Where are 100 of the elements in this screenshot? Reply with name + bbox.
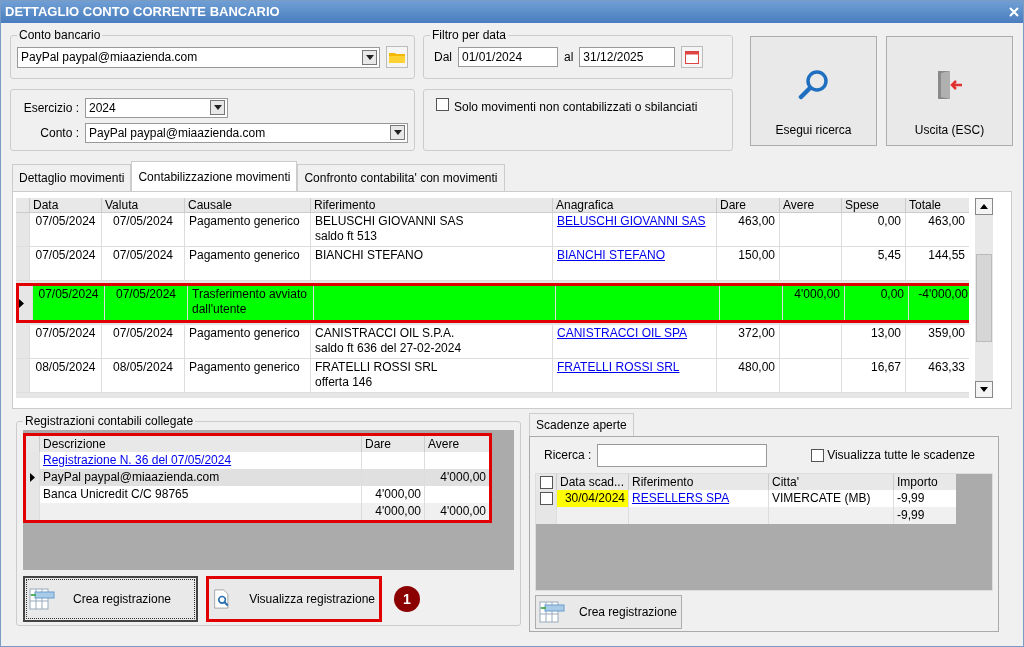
account-dropdown[interactable]: PayPal paypal@miaazienda.com (17, 46, 380, 68)
table-cell: 08/05/2024 (35, 360, 96, 374)
table-cell: -9,99 (897, 491, 925, 505)
checkbox[interactable] (539, 475, 553, 489)
calendar-button[interactable] (681, 46, 704, 68)
highlighted-row[interactable]: 07/05/2024 07/05/2024 Trasferimento avviato dall'utente 4'000,00 0,00 -4'000,00 (16, 283, 969, 323)
field-label: al (564, 49, 574, 66)
date-field[interactable]: 01/01/2024 (458, 47, 558, 67)
table-cell: 0,00 (880, 287, 904, 301)
table-cell: 463,33 (928, 360, 965, 374)
table-row[interactable]: 30/04/2024 RESELLERS SPA VIMERCATE (MB) -9,99 (536, 490, 956, 507)
table-cell: 4'000,00 (375, 487, 421, 501)
checkbox-label: Visualizza tutte le scadenze (827, 447, 975, 464)
table-cell: 16,67 (870, 360, 901, 374)
tab[interactable]: Dettaglio movimenti (12, 164, 132, 191)
row-pointer-icon (30, 473, 35, 482)
scroll-down-icon[interactable] (980, 387, 988, 392)
table-cell-text: BELUSCHI GIOVANNI SAS saldo ft 513 (315, 214, 465, 244)
table-cell: 359,00 (928, 326, 965, 340)
group-label: Registrazioni contabili collegate (23, 413, 196, 429)
scrollbar-thumb[interactable] (976, 254, 992, 342)
registration-link[interactable]: Registrazione N. 36 del 07/05/2024 (43, 453, 232, 467)
step-number-badge: 1 (394, 586, 420, 612)
table-cell: 07/05/2024 (35, 214, 96, 228)
table-cell-text: BIANCHI STEFANO (315, 248, 425, 263)
checkbox[interactable] (811, 448, 825, 462)
table-cell: 4'000,00 (440, 470, 486, 484)
row-pointer-icon (19, 298, 24, 308)
contact-link[interactable]: RESELLERS SPA (632, 491, 730, 505)
group-label: Filtro per data (430, 27, 509, 43)
table-row[interactable]: 07/05/2024 07/05/2024 Pagamento generico BIANCHI STEFANO BIANCHI STEFANO 150,00 5,45 144,55 (16, 247, 969, 281)
exit-button[interactable]: Uscita (ESC) (886, 36, 1013, 146)
table-cell: PayPal paypal@miaazienda.com (43, 470, 220, 484)
table-cell: -4'000,00 (918, 287, 968, 301)
date-field[interactable]: 31/12/2025 (579, 47, 676, 67)
dropdown-button[interactable] (210, 100, 225, 115)
table-row[interactable]: 4'000,00 4'000,00 (26, 503, 489, 520)
search-field[interactable] (597, 443, 768, 467)
table-cell: 0,00 (877, 214, 901, 228)
table-cell: 07/05/2024 (35, 326, 96, 340)
table-cell: 463,00 (928, 214, 965, 228)
create-registration-button[interactable]: Crea registrazione (23, 576, 198, 622)
dropdown-value: 2024 (89, 99, 116, 117)
table-icon (539, 601, 565, 623)
due-date-cell: 30/04/2024 (564, 491, 625, 505)
total-cell: -9,99 (897, 508, 925, 522)
table-row[interactable]: 07/05/2024 07/05/2024 Pagamento generico CANISTRACCI OIL S.P.A. saldo ft 636 del 27-02-2024 CANISTRACCI OIL SPA 372,00 13,00 359,00 (16, 325, 969, 359)
dropdown-value: PayPal paypal@miaazienda.com (89, 124, 266, 142)
table-cell-text: Pagamento generico (189, 214, 301, 229)
document-search-icon (213, 587, 232, 611)
table-cell-text: CANISTRACCI OIL S.P.A. saldo ft 636 del 27-02-2024 (315, 326, 463, 356)
table-cell: 144,55 (928, 248, 965, 262)
total-row[interactable]: -9,99 (536, 507, 956, 524)
checkbox-label: Solo movimenti non contabilizzati o sbilanciati (454, 99, 698, 116)
scrollbar[interactable] (975, 198, 993, 398)
table-icon (29, 588, 55, 610)
table-cell: 372,00 (738, 326, 775, 340)
table-cell: VIMERCATE (MB) (772, 491, 871, 505)
table-row[interactable]: 08/05/2024 08/05/2024 Pagamento generico FRATELLI ROSSI SRL offerta 146 FRATELLI ROSSI SRL 480,00 16,67 463,33 (16, 359, 969, 393)
caret-icon (365, 54, 374, 60)
account-dropdown[interactable]: PayPal paypal@miaazienda.com (85, 122, 408, 143)
checkbox[interactable] (436, 98, 449, 111)
scroll-up-icon[interactable] (980, 204, 988, 209)
search-button[interactable]: Esegui ricerca (750, 36, 877, 146)
total-cell: 4'000,00 (375, 504, 421, 518)
field-label: Ricerca : (544, 447, 592, 464)
close-icon[interactable] (1009, 7, 1019, 17)
create-registration-button[interactable]: Crea registrazione (535, 595, 682, 629)
table-row[interactable]: PayPal paypal@miaazienda.com 4'000,00 (26, 469, 489, 486)
table-cell: 08/05/2024 (112, 360, 174, 374)
table-cell: 13,00 (870, 326, 901, 340)
field-label: Conto : (39, 124, 79, 142)
checkbox[interactable] (539, 492, 553, 505)
window-title: DETTAGLIO CONTO CORRENTE BANCARIO (5, 3, 280, 22)
table-cell-text: FRATELLI ROSSI SRL offerta 146 (315, 360, 439, 390)
dropdown-button[interactable] (390, 125, 405, 140)
table-cell: Banca Unicredit C/C 98765 (43, 487, 189, 501)
table-cell-text: Pagamento generico (189, 248, 301, 263)
folder-icon (389, 51, 405, 63)
table-cell: 4'000,00 (794, 287, 840, 301)
caret-icon (213, 105, 222, 110)
table-cell-text: Trasferimento avviato dall'utente (192, 287, 308, 317)
tab[interactable]: Contabilizzazione movimenti (131, 161, 298, 191)
tab[interactable]: Confronto contabilita' con movimenti (297, 164, 505, 191)
tab[interactable]: Scadenze aperte (529, 413, 634, 436)
year-dropdown[interactable]: 2024 (85, 97, 228, 118)
table-row[interactable]: 07/05/2024 07/05/2024 Pagamento generico BELUSCHI GIOVANNI SAS saldo ft 513 BELUSCHI GIOVANNI SAS 463,00 0,00 463,00 (16, 213, 969, 247)
table-cell: 07/05/2024 (112, 326, 174, 340)
table-cell-text: Pagamento generico (189, 360, 301, 375)
dropdown-button[interactable] (362, 49, 377, 65)
field-label: Dal (434, 49, 452, 66)
table-cell: 07/05/2024 (38, 287, 99, 301)
table-cell: 07/05/2024 (112, 248, 174, 262)
table-cell: 5,45 (877, 248, 901, 262)
table-cell: 07/05/2024 (115, 287, 177, 301)
caret-icon (393, 130, 402, 135)
field-label: Esercizio : (22, 99, 79, 117)
table-cell: 480,00 (738, 360, 775, 374)
table-cell: 463,00 (738, 214, 775, 228)
view-registration-button[interactable]: Visualizza registrazione (206, 576, 382, 622)
